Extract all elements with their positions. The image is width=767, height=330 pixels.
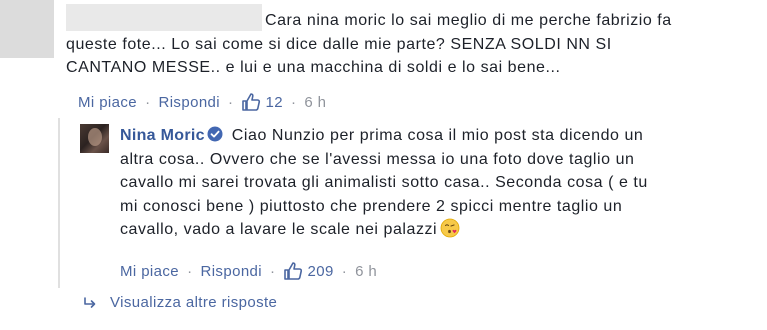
reply-like-button[interactable]: Mi piace — [120, 263, 179, 280]
reply-text-line: altra cosa.. Ovvero che se l'avessi mess… — [120, 150, 635, 168]
reply-last-line: cavallo, vado a lavare le scale nei pala… — [120, 218, 740, 242]
comment-like-button[interactable]: Mi piace — [78, 94, 137, 111]
comment-text-line: CANTANO MESSE.. e lui e una macchina di … — [66, 59, 561, 76]
separator-dot: · — [228, 93, 234, 111]
avatar-face — [88, 128, 102, 146]
separator-dot: · — [341, 262, 348, 280]
reply-first-line: Nina Moric Ciao Nunzio per prima cosa il… — [120, 124, 740, 148]
comment-timestamp[interactable]: 6 h — [304, 94, 326, 111]
commenter-avatar-blurred[interactable] — [0, 0, 54, 58]
reply-actions: Mi piace · Rispondi · 209 · 6 h — [120, 261, 377, 281]
view-more-replies-label: Visualizza altre risposte — [110, 294, 278, 311]
comment-text: Cara nina moric lo sai meglio di me perc… — [66, 9, 745, 80]
comment-actions: Mi piace · Rispondi · 12 · 6 h — [78, 92, 326, 112]
reply-author-avatar[interactable] — [80, 124, 109, 153]
kissing-heart-emoji-icon — [440, 218, 460, 238]
thumbs-up-icon[interactable] — [283, 261, 303, 281]
reply-text-line: mi conosci bene ) piuttosto che prendere… — [120, 197, 623, 215]
reply-thread-line — [58, 118, 60, 288]
reply-author-name[interactable]: Nina Moric — [120, 127, 205, 144]
commenter-name-blurred[interactable] — [66, 4, 262, 31]
reply-text-line: cavallo, vado a lavare le scale nei pala… — [120, 221, 438, 238]
reply-text-line: Ciao Nunzio per prima cosa il mio post s… — [231, 127, 644, 144]
separator-dot: · — [187, 262, 193, 280]
comment-text-line: Cara nina moric lo sai meglio di me perc… — [265, 12, 672, 29]
verified-badge-icon — [207, 126, 223, 142]
reply-timestamp[interactable]: 6 h — [355, 263, 377, 280]
separator-dot: · — [290, 93, 297, 111]
comment-like-count[interactable]: 12 — [265, 94, 283, 111]
thumbs-up-icon[interactable] — [241, 92, 261, 112]
reply-reply-button[interactable]: Rispondi — [200, 263, 262, 280]
separator-dot: · — [270, 262, 276, 280]
reply-body: Nina Moric Ciao Nunzio per prima cosa il… — [120, 124, 740, 242]
reply-text-line: cavallo mi sarei trovata gli animalisti … — [120, 174, 648, 191]
comment-reply-button[interactable]: Rispondi — [158, 94, 220, 111]
separator-dot: · — [145, 93, 151, 111]
view-more-replies-link[interactable]: Visualizza altre risposte — [82, 294, 277, 311]
reply-arrow-icon — [84, 296, 96, 308]
comment-text-line: queste fote... Lo sai come si dice dalle… — [66, 35, 612, 53]
reply-like-count[interactable]: 209 — [307, 263, 333, 280]
